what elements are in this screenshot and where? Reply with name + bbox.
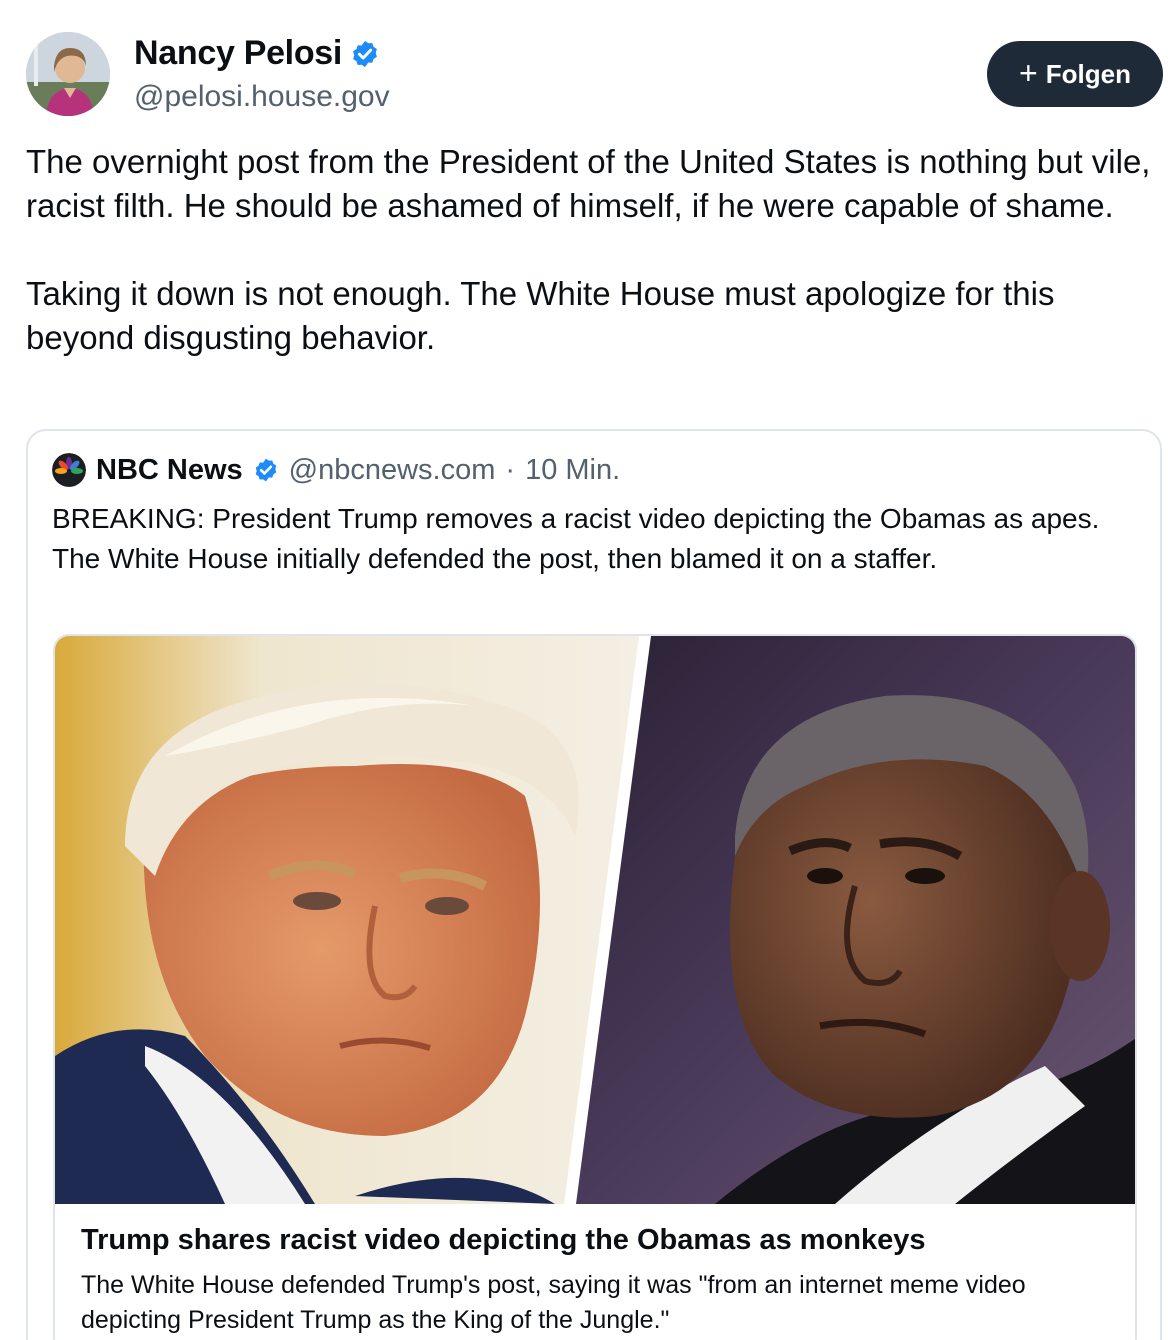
meta-separator: · (505, 453, 516, 486)
plus-icon: + (1019, 54, 1038, 91)
nbc-logo-icon (52, 453, 86, 487)
author-handle[interactable]: @pelosi.house.gov (134, 80, 390, 114)
post-paragraph: Taking it down is not enough. The White … (26, 275, 1055, 356)
author-name-row[interactable]: Nancy Pelosi (134, 34, 380, 73)
quoted-post-header: NBC News @nbcnews.com · 10 Min. (52, 453, 620, 487)
avatar-image (26, 32, 110, 116)
post-text: The overnight post from the President of… (26, 140, 1156, 360)
follow-button[interactable]: + Folgen (987, 41, 1163, 107)
link-preview-description: The White House defended Trump's post, s… (81, 1271, 1026, 1334)
link-preview-title[interactable]: Trump shares racist video depicting the … (81, 1224, 1111, 1257)
quoted-post[interactable]: NBC News @nbcnews.com · 10 Min. BREAKING… (26, 429, 1162, 1340)
post-paragraph: The overnight post from the President of… (26, 143, 1151, 224)
avatar[interactable] (26, 32, 110, 116)
quoted-post-time[interactable]: 10 Min. (525, 454, 620, 487)
quoted-post-text: BREAKING: President Trump removes a raci… (52, 503, 1100, 574)
follow-button-label: Folgen (1045, 58, 1131, 89)
link-preview-image (55, 636, 1135, 1204)
verified-badge-icon (255, 458, 276, 482)
author-name[interactable]: Nancy Pelosi (134, 34, 342, 73)
link-preview-card[interactable]: Trump shares racist video depicting the … (53, 634, 1137, 1340)
quoted-author-name[interactable]: NBC News (96, 454, 243, 487)
quoted-author-handle[interactable]: @nbcnews.com (289, 454, 496, 487)
verified-badge-icon (353, 40, 377, 67)
post-card: Nancy Pelosi @pelosi.house.gov + Folgen … (0, 0, 1168, 1340)
